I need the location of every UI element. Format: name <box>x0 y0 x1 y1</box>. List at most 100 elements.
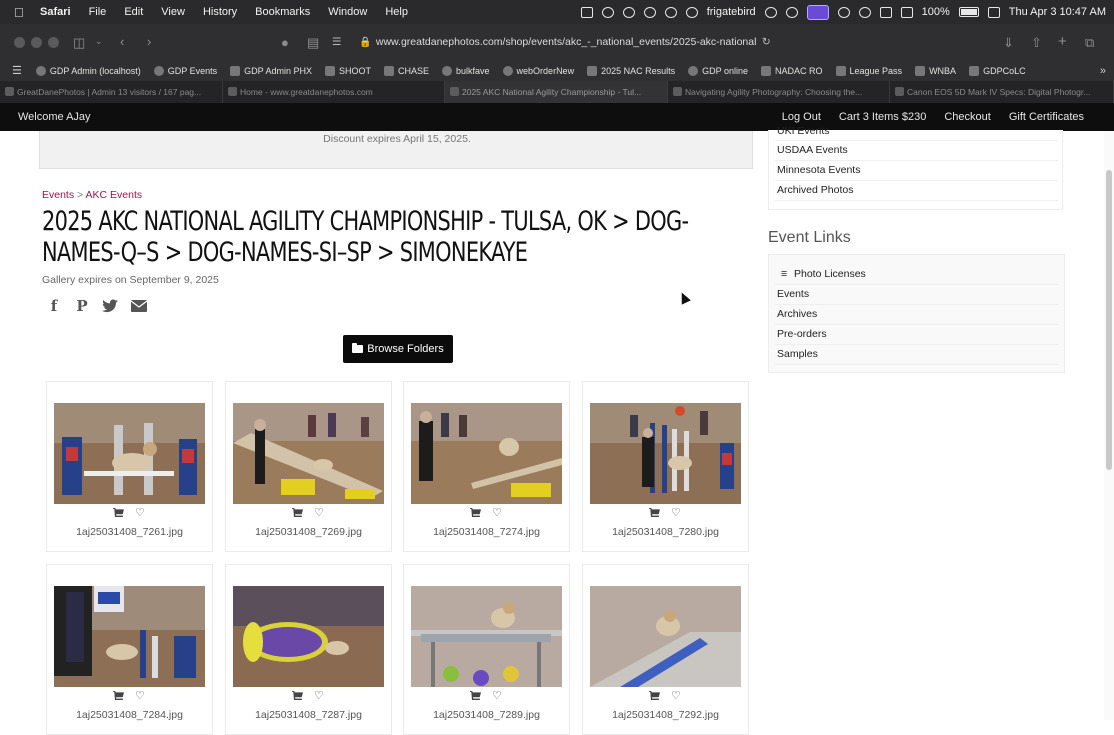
menu-help[interactable]: Help <box>385 6 408 18</box>
breadcrumb-events[interactable]: Events <box>42 189 74 201</box>
photo-card[interactable]: ♡ 1aj25031408_7280.jpg <box>582 381 749 552</box>
tab-overview-icon[interactable]: ⧉ <box>1085 35 1094 51</box>
add-to-cart-icon[interactable] <box>649 508 660 517</box>
url-text[interactable]: www.greatdanephotos.com/shop/events/akc_… <box>376 36 756 48</box>
add-to-cart-icon[interactable] <box>649 691 660 700</box>
tab-article[interactable]: Navigating Agility Photography: Choosing… <box>668 81 890 103</box>
apple-menu-icon[interactable]:  <box>14 5 28 20</box>
photo-card[interactable]: ♡ 1aj25031408_7284.jpg <box>46 564 213 735</box>
sidebar-item-minnesota[interactable]: Minnesota Events <box>777 164 860 176</box>
menu-safari[interactable]: Safari <box>40 6 71 18</box>
share-icon[interactable]: ⇧ <box>1031 35 1042 51</box>
photo-card[interactable]: ♡ 1aj25031408_7274.jpg <box>403 381 570 552</box>
sidebar-item-usdaa[interactable]: USDAA Events <box>777 144 848 156</box>
photo-card[interactable]: ♡ 1aj25031408_7261.jpg <box>46 381 213 552</box>
more-bookmarks-icon[interactable]: » <box>1100 65 1106 77</box>
scrollbar-thumb[interactable] <box>1106 170 1112 470</box>
calendar-icon[interactable] <box>900 6 913 18</box>
photo-thumbnail[interactable] <box>590 586 741 687</box>
favorite-heart-icon[interactable]: ♡ <box>671 508 682 519</box>
close-window-icon[interactable] <box>14 36 25 48</box>
favorite-heart-icon[interactable]: ♡ <box>135 691 146 702</box>
bluetooth-icon[interactable] <box>785 6 798 18</box>
tab-current[interactable]: 2025 AKC National Agility Championship -… <box>445 81 668 103</box>
sidebar-toggle-icon[interactable]: ◫ <box>73 35 85 51</box>
dropbox-icon[interactable] <box>879 6 892 18</box>
gear-icon[interactable] <box>622 6 635 18</box>
photo-thumbnail[interactable] <box>233 403 384 504</box>
bookmark-item[interactable]: GDPCoLC <box>969 65 1026 76</box>
sidebar-status-icon[interactable] <box>580 6 593 18</box>
sidebar-item-preorders[interactable]: Pre-orders <box>777 328 827 340</box>
control-center-icon[interactable] <box>987 6 1000 18</box>
add-to-cart-icon[interactable] <box>292 508 303 517</box>
bookmark-item[interactable]: 2025 NAC Results <box>587 65 675 76</box>
page-menu-icon[interactable]: ☰ <box>332 36 341 48</box>
bookmark-item[interactable]: GDP Admin (localhost) <box>35 65 141 76</box>
new-tab-icon[interactable]: + <box>1058 33 1067 50</box>
favorite-heart-icon[interactable]: ♡ <box>492 691 503 702</box>
sidebar-item-archived[interactable]: Archived Photos <box>777 184 853 196</box>
activity-icon[interactable] <box>764 6 777 18</box>
bookmark-item[interactable]: webOrderNew <box>502 65 574 76</box>
photo-thumbnail[interactable] <box>233 586 384 687</box>
search-icon[interactable] <box>858 6 871 18</box>
sidebar-item-archives[interactable]: Archives <box>777 308 817 320</box>
bookmark-item[interactable]: SHOOT <box>324 65 371 76</box>
bookmark-item[interactable]: CHASE <box>384 65 429 76</box>
breadcrumb-akc-events[interactable]: AKC Events <box>86 189 143 201</box>
sidebar-item-events[interactable]: Events <box>777 288 809 300</box>
favorite-heart-icon[interactable]: ♡ <box>492 508 503 519</box>
bookmark-item[interactable]: GDP online <box>688 65 748 76</box>
bookmark-item[interactable]: GDP Admin PHX <box>230 65 312 76</box>
bookmarks-menu-icon[interactable]: ☰ <box>12 64 22 77</box>
cart-link[interactable]: Cart 3 Items $230 <box>839 111 926 123</box>
add-to-cart-icon[interactable] <box>113 691 124 700</box>
photo-card[interactable]: ♡ 1aj25031408_7287.jpg <box>225 564 392 735</box>
menu-history[interactable]: History <box>203 6 237 18</box>
minimize-window-icon[interactable] <box>31 36 42 48</box>
browse-folders-button[interactable]: Browse Folders <box>343 335 453 363</box>
pinterest-icon[interactable]: P <box>74 298 90 314</box>
reader-icon[interactable]: ▤ <box>307 35 319 51</box>
photo-card[interactable]: ♡ 1aj25031408_7289.jpg <box>403 564 570 735</box>
menu-clock[interactable]: Thu Apr 3 10:47 AM <box>1009 6 1106 18</box>
add-to-cart-icon[interactable] <box>470 691 481 700</box>
chevron-down-icon[interactable]: ⌄ <box>95 36 103 47</box>
favorite-heart-icon[interactable]: ♡ <box>314 691 325 702</box>
tab-admin[interactable]: GreatDanePhotos | Admin 13 visitors / 16… <box>0 81 223 103</box>
favorite-heart-icon[interactable]: ♡ <box>314 508 325 519</box>
battery-icon[interactable] <box>958 7 979 17</box>
zoom-window-icon[interactable] <box>48 36 59 48</box>
menu-edit[interactable]: Edit <box>124 6 143 18</box>
favorite-heart-icon[interactable]: ♡ <box>135 508 146 519</box>
forward-icon[interactable]: › <box>147 34 151 49</box>
extension-icon[interactable]: ● <box>281 35 289 50</box>
tab-home[interactable]: Home - www.greatdanephotos.com <box>223 81 445 103</box>
sidebar-item-photo-licenses[interactable]: Photo Licenses <box>794 268 866 280</box>
user-name[interactable]: frigatebird <box>707 6 756 18</box>
add-to-cart-icon[interactable] <box>113 508 124 517</box>
screen-share-icon[interactable] <box>806 4 829 20</box>
photo-thumbnail[interactable] <box>590 403 741 504</box>
moon-icon[interactable] <box>685 6 698 18</box>
menu-file[interactable]: File <box>89 6 107 18</box>
logout-link[interactable]: Log Out <box>782 111 821 123</box>
photo-thumbnail[interactable] <box>54 586 205 687</box>
bookmark-item[interactable]: GDP Events <box>153 65 217 76</box>
menu-bookmarks[interactable]: Bookmarks <box>255 6 310 18</box>
bookmark-item[interactable]: League Pass <box>835 65 902 76</box>
photo-card[interactable]: ♡ 1aj25031408_7292.jpg <box>582 564 749 735</box>
add-to-cart-icon[interactable] <box>470 508 481 517</box>
menu-view[interactable]: View <box>161 6 185 18</box>
bookmark-item[interactable]: bulkfave <box>442 65 490 76</box>
sync-icon[interactable] <box>664 6 677 18</box>
photo-card[interactable]: ♡ 1aj25031408_7269.jpg <box>225 381 392 552</box>
email-icon[interactable] <box>131 300 147 312</box>
wifi-icon[interactable] <box>601 6 614 18</box>
gift-certificates-link[interactable]: Gift Certificates <box>1009 111 1084 123</box>
twitter-icon[interactable] <box>102 299 119 314</box>
download-icon[interactable]: ⇓ <box>1003 35 1014 51</box>
clock-icon[interactable] <box>837 6 850 18</box>
facebook-icon[interactable]: f <box>46 298 62 314</box>
